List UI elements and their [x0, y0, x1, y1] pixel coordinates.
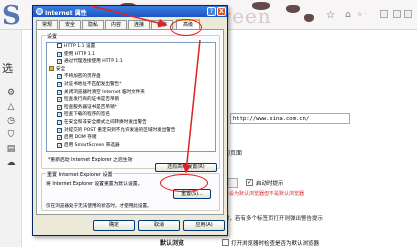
option-checkbox[interactable]: ✓: [57, 104, 62, 110]
settings-option[interactable]: ✓ 启用 SmartScreen 筛选器: [47, 142, 215, 150]
help-button[interactable]: ?: [207, 7, 216, 16]
tab-privacy[interactable]: 隐私: [82, 20, 104, 29]
reset-button-highlight: [160, 174, 208, 192]
settings-option[interactable]: ✓ 检查发行商的证书是否吊销: [47, 96, 215, 104]
settings-item-label: 对提交的 POST 重定向到不允许发送的区域时发出警告: [64, 127, 176, 133]
tab-security[interactable]: 安全: [59, 20, 81, 29]
option-checkbox[interactable]: ✓: [57, 74, 62, 80]
close-button[interactable]: X: [217, 7, 226, 16]
restore-advanced-settings-button[interactable]: 还原高级设置(R): [155, 163, 217, 172]
settings-item-label: 通过代理连接使用 HTTP 1.1: [64, 59, 123, 65]
sidebar-label: 选: [2, 62, 13, 75]
option-checkbox[interactable]: ✓: [57, 127, 62, 133]
option-checkbox[interactable]: ✓: [57, 97, 62, 103]
house-icon[interactable]: ⌂: [345, 10, 351, 20]
startup-prompt-label: 启动时提示: [256, 181, 284, 187]
star-icon[interactable]: ☆: [326, 10, 335, 21]
apply-button[interactable]: 应用(A): [183, 220, 225, 231]
toolbar-icon[interactable]: [404, 10, 412, 18]
settings-option[interactable]: ✓ 检查下载的程序的签名: [47, 111, 215, 119]
option-checkbox[interactable]: ✓: [57, 112, 62, 118]
browser-logo: S: [2, 1, 21, 31]
toolbar-more[interactable]: ☆ ·: [357, 11, 366, 18]
default-browser-label: 默认浏览: [160, 240, 185, 247]
settings-list[interactable]: HTTP 1.1 设置 ✓ 使用 HTTP 1.1 ✓ 通过代理连接使用 HTTP 1.…: [46, 42, 216, 152]
cloud-icon[interactable]: ☁: [5, 158, 17, 168]
tab-connections[interactable]: 连接: [128, 20, 150, 29]
settings-groupbox: 设置 HTTP 1.1 设置 ✓ 使用 HTTP 1.1 ✓ 通过代理连接使用 HTTP…: [41, 33, 220, 172]
reset-note: 仅在浏览器处于无法使用的状态时，才使用此设置。: [46, 204, 152, 209]
settings-item-label: 检查发行商的证书是否吊销: [64, 97, 120, 103]
settings-option[interactable]: ✓ 不将加密的页存盘: [47, 73, 215, 81]
option-checkbox[interactable]: ✓: [57, 89, 62, 95]
settings-option[interactable]: ✓ 启用 DOM 存储: [47, 134, 215, 142]
settings-option[interactable]: ✓ 对证书地址不匹配发出警告*: [47, 81, 215, 89]
settings-item-label: 使用 HTTP 1.1: [64, 51, 96, 57]
settings-item-label: 启用 DOM 存储: [64, 135, 97, 141]
settings-heading: 设置: [46, 33, 59, 40]
bat-decoration: [286, 5, 300, 13]
tab-content[interactable]: 内容: [105, 20, 127, 29]
settings-option[interactable]: ✓ 检查服务器证书是否吊销*: [47, 104, 215, 112]
ie-icon: [36, 8, 43, 15]
settings-item-label: 安全: [56, 66, 66, 72]
toolbar-icon[interactable]: [380, 10, 388, 18]
settings-option[interactable]: ✓ 通过代理连接使用 HTTP 1.1: [47, 58, 215, 66]
option-checkbox[interactable]: ✓: [57, 51, 62, 57]
default-check-label: 打开浏览器时检查是否为默认浏览器: [231, 241, 320, 247]
reset-description: 将 Internet Explorer 设置重置为默认设置。: [46, 182, 143, 187]
settings-option[interactable]: ✓ 在安全和非安全模式之间转换时发出警告: [47, 119, 215, 127]
clock-icon[interactable]: ◷: [5, 116, 17, 126]
bat-decoration: [304, 14, 314, 22]
restart-note: *重新启动 Internet Explorer 之后生效: [48, 158, 133, 163]
settings-option[interactable]: ✓ 使用 HTTP 1.1: [47, 51, 215, 59]
default-browser-warning: 已设为默认浏览器但不是默认浏览器: [224, 191, 305, 197]
toolbar-icon[interactable]: [393, 10, 401, 18]
option-checkbox[interactable]: ✓: [57, 142, 62, 148]
browser-sidebar: 选 ⚙ △ ◷ ⛉ ▤ ☁: [0, 30, 22, 247]
document-icon[interactable]: ▤: [5, 144, 17, 154]
homepage-url-input[interactable]: http://www.sina.com.cn/: [230, 113, 350, 124]
option-checkbox[interactable]: ✓: [57, 119, 62, 125]
shield-icon[interactable]: ⛉: [5, 130, 17, 140]
advanced-tab-highlight: [170, 19, 202, 36]
dialog-titlebar[interactable]: Internet 属性 ? X: [33, 6, 227, 17]
settings-option[interactable]: ✓ 对提交的 POST 重定向到不允许发送的区域时发出警告: [47, 127, 215, 135]
option-checkbox[interactable]: ✓: [57, 59, 62, 65]
default-check-checkbox[interactable]: [222, 239, 229, 246]
settings-option[interactable]: HTTP 1.1 设置: [47, 43, 215, 51]
tab-warning-text: 时，若有多个标签页打开则弹出警告提示: [224, 216, 324, 222]
settings-item-label: 检查服务器证书是否吊销*: [64, 104, 117, 110]
settings-category[interactable]: 安全: [47, 65, 215, 74]
settings-item-label: 在安全和非安全模式之间转换时发出警告: [64, 119, 147, 125]
settings-item-label: 启用 SmartScreen 筛选器: [64, 142, 120, 148]
internet-properties-dialog: Internet 属性 ? X 常规 安全 隐私 内容 连接 程序 高级 设置 …: [32, 5, 228, 236]
settings-item-label: 对证书地址不匹配发出警告*: [64, 81, 122, 87]
cancel-button[interactable]: 取消: [138, 220, 180, 231]
settings-item-label: 不将加密的页存盘: [64, 74, 101, 80]
settings-item-label: HTTP 1.1 设置: [64, 44, 96, 49]
lock-icon: [49, 65, 54, 71]
gear-icon[interactable]: ⚙: [5, 88, 17, 98]
triangle-icon[interactable]: △: [5, 102, 17, 112]
option-checkbox[interactable]: [57, 43, 62, 48]
ok-button[interactable]: 确定: [93, 220, 135, 231]
settings-item-label: 检查下载的程序的签名: [64, 112, 110, 118]
option-checkbox[interactable]: ✓: [57, 81, 62, 87]
tab-general[interactable]: 常规: [36, 20, 58, 29]
startup-prompt-checkbox[interactable]: ✓: [246, 179, 253, 186]
option-checkbox[interactable]: ✓: [57, 135, 62, 141]
reset-heading: 重置 Internet Explorer 设置: [46, 171, 114, 178]
settings-option[interactable]: ✓ 关闭浏览器时清空 Internet 临时文件夹: [47, 89, 215, 97]
settings-item-label: 关闭浏览器时清空 Internet 临时文件夹: [64, 89, 145, 95]
dialog-title: Internet 属性: [45, 10, 87, 17]
